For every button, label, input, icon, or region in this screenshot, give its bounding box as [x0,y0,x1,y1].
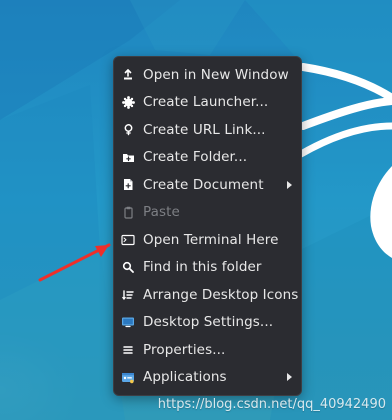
menu-item-label: Applications [143,369,227,386]
open-window-icon [121,68,135,82]
menu-item-properties[interactable]: Properties... [114,336,301,364]
terminal-icon [121,233,135,247]
applications-icon [121,370,135,384]
menu-item-desktop-settings[interactable]: Desktop Settings... [114,309,301,337]
menu-item-open-in-new-window[interactable]: Open in New Window [114,61,301,89]
menu-item-create-folder[interactable]: Create Folder... [114,144,301,172]
properties-icon [121,343,135,357]
menu-item-label: Create Launcher... [143,94,269,111]
menu-item-label: Create Document [143,176,264,193]
menu-item-label: Properties... [143,341,226,358]
desktop-settings-icon [121,315,135,329]
menu-item-label: Open in New Window [143,66,289,83]
menu-item-open-terminal-here[interactable]: Open Terminal Here [114,226,301,254]
menu-item-label: Find in this folder [143,259,262,276]
chevron-right-icon [287,180,292,189]
menu-item-label: Create Folder... [143,149,248,166]
menu-item-label: Paste [143,204,180,221]
link-icon [121,123,135,137]
menu-item-create-launcher[interactable]: Create Launcher... [114,89,301,117]
menu-item-label: Arrange Desktop Icons [143,286,299,303]
document-icon [121,178,135,192]
menu-item-find-in-this-folder[interactable]: Find in this folder [114,254,301,282]
menu-item-applications[interactable]: Applications [114,364,301,392]
search-icon [121,260,135,274]
folder-icon [121,150,135,164]
arrange-icon [121,288,135,302]
menu-item-arrange-desktop-icons[interactable]: Arrange Desktop Icons [114,281,301,309]
menu-item-paste: Paste [114,199,301,227]
menu-item-create-url-link[interactable]: Create URL Link... [114,116,301,144]
menu-item-label: Desktop Settings... [143,314,274,331]
paste-icon [121,205,135,219]
chevron-right-icon [287,373,292,382]
watermark-text: https://blog.csdn.net/qq_40942490 [157,397,386,412]
menu-item-label: Open Terminal Here [143,231,279,248]
launcher-icon [121,95,135,109]
desktop-context-menu: Open in New Window Create Launcher... Cr… [113,56,302,396]
menu-item-label: Create URL Link... [143,121,266,138]
menu-item-create-document[interactable]: Create Document [114,171,301,199]
